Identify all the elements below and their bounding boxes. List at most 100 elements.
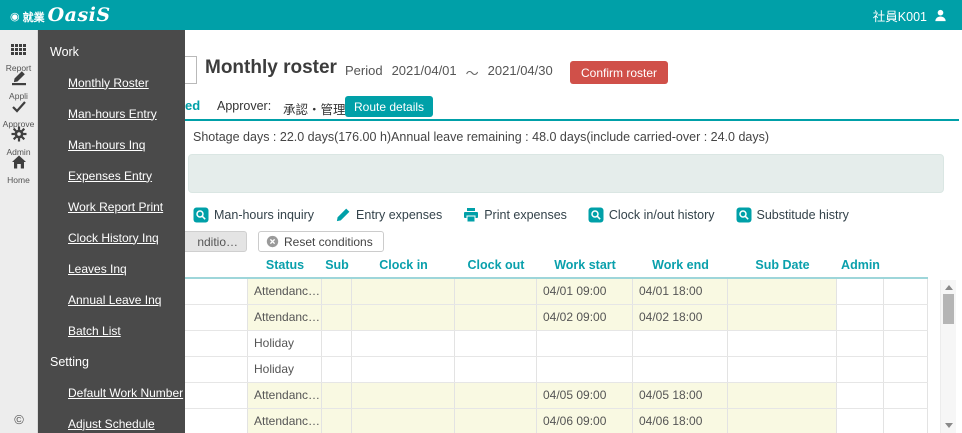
cell-work-end: 04/02 18:00	[633, 305, 728, 330]
table-row[interactable]: Attendanc… 04/05 09:00 04/05 18:00	[130, 383, 928, 409]
cell-admin	[837, 383, 884, 408]
column-header-status: Status	[265, 258, 305, 272]
table-row[interactable]: Attendanc… 04/06 09:00 04/06 18:00	[130, 409, 928, 433]
cell-sub-date	[728, 357, 837, 382]
roster-toolbar: Man-hours inquiry Entry expenses Print exp…	[193, 205, 849, 225]
menu-link-leaves-inq[interactable]: Leaves Inq	[68, 262, 127, 276]
period-start-date: 2021/04/01	[391, 63, 457, 78]
table-header-row: Status Sub Clock in Clock out Work start Work…	[130, 254, 928, 279]
vertical-scrollbar[interactable]	[940, 280, 956, 433]
cell-work-end: 04/05 18:00	[633, 383, 728, 408]
user-menu[interactable]: 社員K001	[873, 6, 948, 25]
rail-item-report[interactable]: Report	[0, 42, 38, 73]
cell-blank	[884, 279, 928, 304]
monthly-roster-page: ◉ 就業 OasiS 社員K001 Report Appli Approve Admi…	[0, 0, 962, 433]
rail-item-appli[interactable]: Appli	[0, 70, 38, 101]
cell-work-start: 04/05 09:00	[537, 383, 633, 408]
toolbar-link-label: Man-hours inquiry	[214, 208, 315, 222]
cell-work-start	[537, 357, 633, 382]
toolbar-link-label: Clock in/out history	[608, 208, 715, 222]
scroll-down-arrow-icon[interactable]	[945, 423, 953, 428]
cell-clock-in	[352, 383, 455, 408]
table-row[interactable]: Attendanc… 04/02 09:00 04/02 18:00	[130, 305, 928, 331]
table-row[interactable]: Attendanc… 04/01 09:00 04/01 18:00	[130, 279, 928, 305]
menu-link-monthly-roster[interactable]: Monthly Roster	[68, 76, 149, 90]
menu-item-row: Clock History Inq	[38, 222, 185, 253]
brand-prefix: 就業	[22, 12, 45, 24]
brand-name: OasiS	[47, 4, 111, 26]
home-icon	[11, 154, 27, 175]
menu-link-clock-history-inq[interactable]: Clock History Inq	[68, 231, 159, 245]
info-panel	[188, 154, 944, 193]
top-bar: ◉ 就業 OasiS 社員K001	[0, 0, 962, 30]
menu-item-row: Work Report Print	[38, 191, 185, 222]
cell-status: Attendanc…	[248, 279, 322, 304]
printer-icon	[463, 207, 479, 223]
cell-clock-out	[455, 331, 537, 356]
menu-link-man-hours-entry[interactable]: Man-hours Entry	[68, 107, 157, 121]
cell-status: Holiday	[248, 331, 322, 356]
menu-item-row: Monthly Roster	[38, 67, 185, 98]
cell-sub	[322, 279, 352, 304]
cell-clock-out	[455, 357, 537, 382]
check-icon	[11, 98, 27, 119]
rail-item-admin[interactable]: Admin	[0, 126, 38, 157]
column-header-sub: Sub	[325, 258, 349, 272]
column-header-sub-date: Sub Date	[755, 258, 810, 272]
period-range: Period 2021/04/01 ～ 2021/04/30	[345, 63, 553, 82]
cell-status: Attendanc…	[248, 383, 322, 408]
cell-status: Holiday	[248, 357, 322, 382]
toolbar-link-print-expenses[interactable]: Print expenses	[463, 207, 567, 223]
cell-admin	[837, 331, 884, 356]
menu-link-annual-leave-inq[interactable]: Annual Leave Inq	[68, 293, 161, 307]
column-header-work-end: Work end	[652, 258, 709, 272]
toolbar-link-clock-in-out-history[interactable]: Clock in/out history	[588, 207, 715, 223]
approver-label: Approver:	[217, 99, 272, 113]
section-divider	[130, 119, 959, 121]
menu-link-adjust-schedule[interactable]: Adjust Schedule	[68, 417, 155, 431]
cell-blank	[884, 305, 928, 330]
app-logo[interactable]: ◉ 就業 OasiS	[10, 4, 111, 26]
cell-blank	[884, 409, 928, 433]
cell-sub-date	[728, 305, 837, 330]
menu-item-row: Man-hours Inq	[38, 129, 185, 160]
menu-item-row: Man-hours Entry	[38, 98, 185, 129]
cell-admin	[837, 279, 884, 304]
rail-item-approve[interactable]: Approve	[0, 98, 38, 129]
rail-item-home[interactable]: Home	[0, 154, 38, 185]
search-badge-icon	[736, 207, 752, 223]
column-header-admin: Admin	[841, 258, 880, 272]
menu-link-batch-list[interactable]: Batch List	[68, 324, 121, 338]
user-icon	[935, 9, 946, 21]
cell-work-end: 04/06 18:00	[633, 409, 728, 433]
menu-item-row: Adjust Schedule	[38, 408, 185, 433]
cell-work-start: 04/01 09:00	[537, 279, 633, 304]
reset-conditions-label: Reset conditions	[284, 234, 373, 249]
column-header-clock-in: Clock in	[379, 258, 428, 272]
table-row[interactable]: Holiday	[130, 357, 928, 383]
user-id-label: 社員K001	[872, 9, 927, 24]
cell-sub-date	[728, 383, 837, 408]
column-header-blank	[884, 254, 928, 277]
cell-work-end: 04/01 18:00	[633, 279, 728, 304]
toolbar-link-man-hours-inquiry[interactable]: Man-hours inquiry	[193, 207, 314, 223]
cell-clock-in	[352, 305, 455, 330]
menu-link-default-work-number[interactable]: Default Work Number	[68, 386, 183, 400]
cell-sub	[322, 357, 352, 382]
menu-link-man-hours-inq[interactable]: Man-hours Inq	[68, 138, 145, 152]
reset-conditions-button[interactable]: Reset conditions	[258, 231, 384, 252]
scrollbar-thumb[interactable]	[943, 294, 954, 324]
menu-link-expenses-entry[interactable]: Expenses Entry	[68, 169, 152, 183]
route-details-button[interactable]: Route details	[345, 96, 434, 117]
toolbar-link-entry-expenses[interactable]: Entry expenses	[335, 207, 442, 223]
menu-link-work-report-print[interactable]: Work Report Print	[68, 200, 163, 214]
roster-table: Status Sub Clock in Clock out Work start Work…	[130, 254, 928, 433]
confirm-roster-button[interactable]: Confirm roster	[570, 61, 669, 84]
menu-item-row: Default Work Number	[38, 377, 185, 408]
table-row[interactable]: Holiday	[130, 331, 928, 357]
cell-clock-out	[455, 305, 537, 330]
scroll-up-arrow-icon[interactable]	[945, 285, 953, 290]
cell-work-end	[633, 357, 728, 382]
cell-admin	[837, 305, 884, 330]
toolbar-link-substitude-histry[interactable]: Substitude histry	[736, 207, 849, 223]
